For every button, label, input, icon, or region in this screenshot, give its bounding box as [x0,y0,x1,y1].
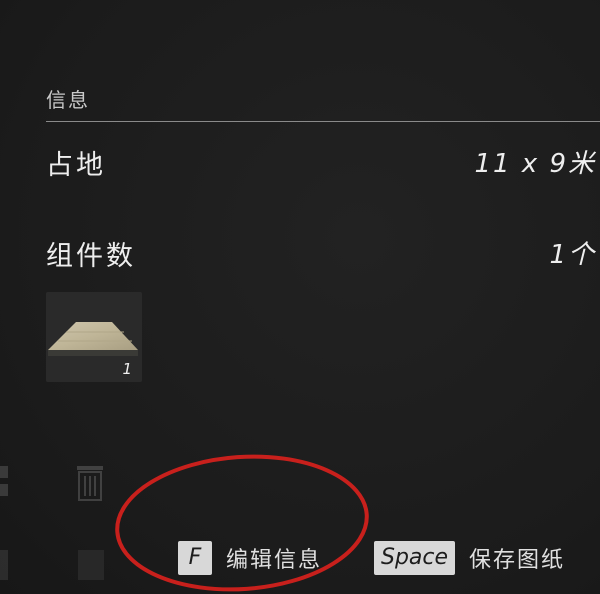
info-panel: 信息 占地 11 x 9米 组件数 1个 1 F 编辑信息 Space 保存图纸 [0,0,600,594]
edit-info-hint[interactable]: F 编辑信息 [178,537,322,579]
save-blueprint-hint[interactable]: Space 保存图纸 [374,537,565,579]
edit-info-label: 编辑信息 [226,548,323,573]
component-count-value: 1个 [549,240,596,270]
occupy-value: 11 x 9米 [474,149,596,179]
key-space-badge[interactable]: Space [374,541,456,575]
section-divider [46,121,600,122]
component-quantity: 1 [122,360,132,378]
list-icon[interactable] [76,546,106,586]
component-count-label: 组件数 [46,241,136,272]
box-icon[interactable] [0,546,12,586]
save-blueprint-label: 保存图纸 [469,548,566,573]
key-f-badge[interactable]: F [178,541,212,575]
section-title-info: 信息 [46,88,90,112]
component-thumbnail[interactable]: 1 [46,292,142,382]
occupy-label: 占地 [46,150,106,181]
trash-icon[interactable] [73,462,107,502]
blueprint-icon[interactable] [0,464,12,500]
